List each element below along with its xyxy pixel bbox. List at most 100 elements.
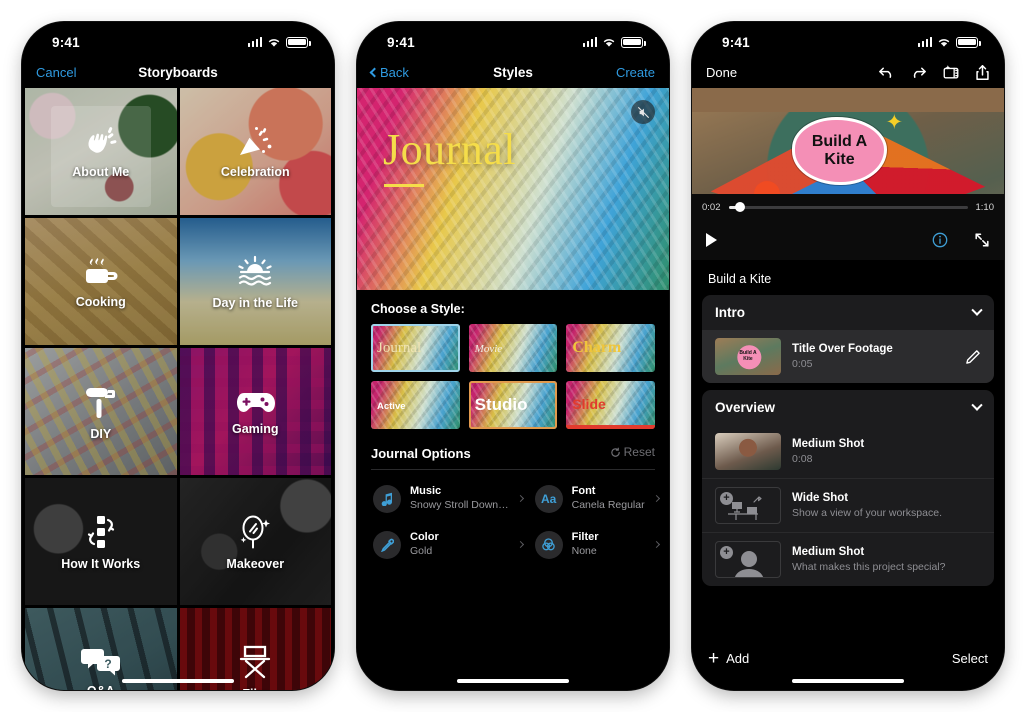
progress-knob[interactable] (735, 202, 746, 212)
player-controls (692, 220, 1004, 260)
hand-mirror-sparkle-icon (236, 513, 274, 551)
back-button[interactable]: Back (369, 65, 409, 80)
project-title: Build a Kite (708, 272, 772, 286)
title-card-line-1: Build A (811, 133, 868, 151)
steaming-mug-icon (80, 255, 122, 289)
style-preview[interactable]: Journal (357, 88, 669, 290)
nav-left-group: Cancel (36, 65, 76, 80)
storyboard-tile-diy[interactable]: DIY (25, 348, 177, 475)
pencil-icon[interactable] (965, 349, 981, 365)
screenshot-stage: 9:41 Cancel Storyboards About Me Celebra… (0, 0, 1024, 712)
waving-hands-icon (81, 125, 121, 159)
speech-bubbles-question-icon: ? (80, 646, 122, 678)
storyboard-tile-how-it-works[interactable]: How It Works (25, 478, 177, 605)
style-option-label: Active (377, 401, 406, 412)
storyboard-tile-qa[interactable]: ? Q&A (25, 608, 177, 690)
plus-icon[interactable]: + (720, 492, 733, 505)
screen-storyboards: 9:41 Cancel Storyboards About Me Celebra… (22, 22, 334, 690)
chevron-left-icon (369, 67, 380, 77)
style-option-journal[interactable]: Journal (371, 324, 460, 372)
storyboard-tile-celebration[interactable]: Celebration (179, 88, 331, 215)
done-button[interactable]: Done (706, 65, 737, 80)
magic-movie-icon[interactable] (942, 64, 960, 80)
chevron-down-icon[interactable] (971, 399, 983, 411)
plus-icon[interactable]: + (720, 546, 733, 559)
option-music[interactable]: Music Snowy Stroll Down… (367, 476, 529, 522)
style-grid: Journal Movie Charm Active Studio Slide (357, 324, 669, 429)
nav-right-group: Create (616, 65, 655, 80)
progress-scrubber[interactable] (728, 202, 968, 212)
add-button[interactable]: + Add (708, 649, 749, 668)
nav-bar: Cancel Storyboards (22, 56, 334, 88)
undo-arrow-icon[interactable] (878, 65, 895, 80)
info-circle-icon[interactable] (932, 232, 948, 248)
style-option-label: Slide (572, 396, 606, 412)
shot-title: Medium Shot (792, 437, 865, 450)
add-button-label: Add (726, 650, 750, 666)
shot-row-wide-shot[interactable]: + Wide Shot Show a view of your workspac… (702, 478, 994, 532)
style-option-movie[interactable]: Movie (468, 324, 558, 372)
share-up-arrow-icon[interactable] (975, 64, 990, 81)
reset-button[interactable]: Reset (610, 445, 655, 459)
option-font[interactable]: Aa Font Canela Regular (529, 476, 665, 522)
section-header-overview[interactable]: Overview (702, 390, 994, 425)
select-button[interactable]: Select (952, 651, 988, 666)
wifi-icon (602, 37, 616, 48)
filter-circles-icon (534, 530, 563, 559)
cancel-button[interactable]: Cancel (36, 65, 76, 80)
status-icons (247, 36, 311, 48)
nav-left-group: Done (706, 65, 737, 80)
storyboard-tile-label: Q&A (87, 684, 115, 691)
person-placeholder-icon: + (715, 541, 781, 578)
expand-arrows-icon[interactable] (974, 232, 990, 248)
home-indicator (457, 679, 569, 683)
party-popper-icon (236, 125, 274, 159)
storyboard-tile-makeover[interactable]: Makeover (179, 478, 331, 605)
storyboard-tile-cooking[interactable]: Cooking (25, 218, 177, 345)
shot-title: Medium Shot (792, 545, 865, 558)
desk-placeholder-icon: + (715, 487, 781, 524)
storyboard-sections: Intro Build A Kite Title Over Footage 0:0… (692, 295, 1004, 690)
wifi-icon (937, 37, 951, 48)
storyboard-tile-day-in-the-life[interactable]: Day in the Life (179, 218, 331, 345)
play-triangle-icon[interactable] (706, 233, 717, 247)
storyboard-tile-label: Makeover (226, 556, 285, 571)
chevron-right-icon (652, 494, 660, 503)
cellular-bars-icon (917, 37, 932, 47)
preview-title: Journal (383, 125, 517, 174)
option-value: Canela Regular (571, 498, 645, 511)
chevron-down-icon[interactable] (971, 304, 983, 316)
video-preview[interactable]: ✦ Build A Kite 0:02 1:10 (692, 88, 1004, 260)
options-title: Journal Options (371, 445, 471, 461)
shot-subtitle: 0:05 (792, 357, 813, 370)
style-option-studio[interactable]: Studio (468, 381, 558, 429)
reset-label: Reset (623, 445, 655, 459)
nav-bar: Done (692, 56, 1004, 88)
redo-arrow-icon[interactable] (910, 65, 927, 80)
style-option-accent-bar (566, 425, 655, 429)
option-filter[interactable]: Filter None (529, 522, 665, 568)
chevron-right-icon (516, 540, 524, 549)
create-button[interactable]: Create (616, 65, 655, 80)
speaker-slash-icon[interactable] (631, 100, 655, 124)
section-title: Intro (715, 305, 745, 320)
phone-editor: 9:41 Done ✦ Build A Kite 0:02 1:10 Build… (692, 22, 1004, 690)
style-option-slide[interactable]: Slide (566, 381, 655, 429)
shot-row-title-over-footage[interactable]: Build A Kite Title Over Footage 0:05 (702, 330, 994, 383)
status-bar: 9:41 (692, 22, 1004, 56)
style-option-charm[interactable]: Charm (566, 324, 655, 372)
shot-row-medium-shot-1[interactable]: Medium Shot 0:08 (702, 425, 994, 478)
shot-row-medium-shot-2[interactable]: + Medium Shot What makes this project sp… (702, 532, 994, 586)
style-option-label: Journal (377, 340, 422, 356)
option-color[interactable]: Color Gold (367, 522, 529, 568)
storyboard-tile-about-me[interactable]: About Me (25, 88, 177, 215)
storyboard-tile-gaming[interactable]: Gaming (179, 348, 331, 475)
battery-icon (956, 36, 981, 48)
section-header-intro[interactable]: Intro (702, 295, 994, 330)
home-indicator (122, 679, 234, 683)
style-option-active[interactable]: Active (371, 381, 460, 429)
aa-font-icon: Aa (534, 484, 563, 513)
storyboard-tile-film[interactable]: Film (179, 608, 331, 690)
shot-title: Title Over Footage (792, 342, 893, 355)
option-title: Music (410, 484, 442, 497)
